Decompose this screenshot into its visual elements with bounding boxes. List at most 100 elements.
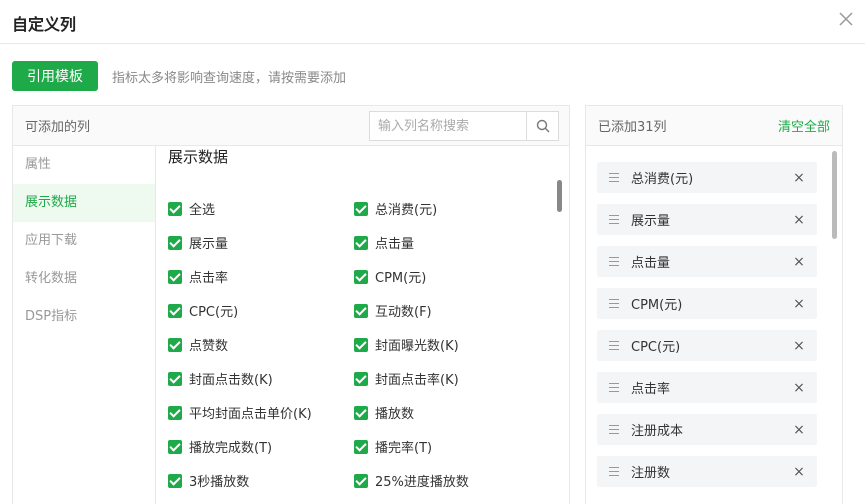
drag-handle-icon[interactable] — [609, 257, 619, 266]
remove-icon[interactable]: × — [789, 212, 809, 228]
checkbox-checked-icon[interactable] — [354, 201, 368, 216]
drag-handle-icon[interactable] — [609, 383, 619, 392]
checkbox-checked-icon[interactable] — [168, 473, 182, 488]
category-list: 属性 展示数据 应用下载 转化数据 DSP指标 — [13, 146, 156, 504]
checkbox-row: 播放完成数(T) 播完率(T) — [156, 428, 556, 462]
close-icon[interactable] — [837, 10, 855, 28]
added-column-item[interactable]: CPM(元) × — [597, 288, 817, 319]
added-columns-header: 已添加31列 清空全部 — [586, 106, 842, 146]
metric-checkbox[interactable]: 总消费(元) — [354, 199, 437, 218]
metric-checkbox[interactable]: CPC(元) — [168, 301, 238, 320]
metric-checkbox[interactable]: 点击率 — [168, 267, 228, 286]
checkbox-checked-icon[interactable] — [168, 303, 182, 318]
checkbox-checked-icon[interactable] — [168, 337, 182, 352]
use-template-button[interactable]: 引用模板 — [12, 61, 98, 91]
metric-label: 3秒播放数 — [189, 475, 250, 490]
checkbox-row: 展示量 点击量 — [156, 224, 556, 258]
search-icon — [536, 119, 549, 133]
metric-checkbox[interactable]: 平均封面点击单价(K) — [168, 403, 312, 422]
toolbar: 引用模板 指标太多将影响查询速度，请按需要添加 — [12, 61, 346, 91]
checkbox-checked-icon[interactable] — [168, 439, 182, 454]
checkbox-checked-icon[interactable] — [354, 473, 368, 488]
metric-label: 平均封面点击单价(K) — [189, 407, 312, 422]
remove-icon[interactable]: × — [789, 254, 809, 270]
options-scrollbar[interactable] — [557, 180, 562, 212]
metric-label: 封面曝光数(K) — [375, 339, 459, 354]
added-list-scrollbar[interactable] — [832, 151, 837, 239]
category-item[interactable]: DSP指标 — [13, 298, 155, 336]
checkbox-checked-icon[interactable] — [354, 439, 368, 454]
drag-handle-icon[interactable] — [609, 467, 619, 476]
added-column-item[interactable]: 展示量 × — [597, 204, 817, 235]
metric-checkbox[interactable]: 播放数 — [354, 403, 414, 422]
added-column-item[interactable]: CPC(元) × — [597, 330, 817, 361]
added-column-label: 点击量 — [631, 256, 671, 271]
metric-checkbox[interactable]: 全选 — [168, 199, 215, 218]
metric-checkbox[interactable]: 互动数(F) — [354, 301, 432, 320]
remove-icon[interactable]: × — [789, 170, 809, 186]
metric-label: 封面点击数(K) — [189, 373, 273, 388]
checkbox-row: 封面点击数(K) 封面点击率(K) — [156, 360, 556, 394]
metric-checkbox[interactable]: 点击量 — [354, 233, 414, 252]
remove-icon[interactable]: × — [789, 380, 809, 396]
metric-label: CPM(元) — [375, 271, 427, 286]
drag-handle-icon[interactable] — [609, 215, 619, 224]
metric-checkbox[interactable]: CPM(元) — [354, 267, 426, 286]
category-item[interactable]: 展示数据 — [13, 184, 155, 222]
remove-icon[interactable]: × — [789, 422, 809, 438]
remove-icon[interactable]: × — [789, 338, 809, 354]
added-column-label: 点击率 — [631, 382, 671, 397]
category-item[interactable]: 应用下载 — [13, 222, 155, 260]
checkbox-checked-icon[interactable] — [168, 269, 182, 284]
metric-checkbox[interactable]: 25%进度播放数 — [354, 471, 469, 490]
metric-label: CPC(元) — [189, 305, 239, 320]
metric-label: 播放数 — [375, 407, 415, 422]
remove-icon[interactable]: × — [789, 464, 809, 480]
available-columns-title: 可添加的列 — [25, 120, 91, 135]
added-column-item[interactable]: 点击率 × — [597, 372, 817, 403]
metric-checkbox[interactable]: 3秒播放数 — [168, 471, 249, 490]
category-item[interactable]: 转化数据 — [13, 260, 155, 298]
metric-checkbox[interactable]: 播完率(T) — [354, 437, 432, 456]
added-columns-count: 已添加31列 — [598, 120, 667, 135]
drag-handle-icon[interactable] — [609, 341, 619, 350]
drag-handle-icon[interactable] — [609, 299, 619, 308]
category-item[interactable]: 属性 — [13, 146, 155, 184]
metric-checkbox[interactable]: 封面点击数(K) — [168, 369, 273, 388]
added-column-item[interactable]: 注册成本 × — [597, 414, 817, 445]
checkbox-checked-icon[interactable] — [168, 235, 182, 250]
checkbox-checked-icon[interactable] — [354, 235, 368, 250]
search-button[interactable] — [526, 112, 558, 140]
metric-checkbox[interactable]: 播放完成数(T) — [168, 437, 272, 456]
remove-icon[interactable]: × — [789, 296, 809, 312]
clear-all-button[interactable]: 清空全部 — [778, 116, 830, 135]
checkbox-checked-icon[interactable] — [354, 405, 368, 420]
checkbox-checked-icon[interactable] — [354, 303, 368, 318]
column-search — [369, 111, 559, 141]
checkbox-checked-icon[interactable] — [168, 201, 182, 216]
metric-label: 点击率 — [189, 271, 229, 286]
added-column-item[interactable]: 点击量 × — [597, 246, 817, 277]
metric-checkbox[interactable]: 点赞数 — [168, 335, 228, 354]
checkbox-row: 全选 总消费(元) — [156, 190, 556, 224]
metric-label: 播放完成数(T) — [189, 441, 273, 456]
added-column-label: CPM(元) — [631, 298, 683, 313]
checkbox-checked-icon[interactable] — [354, 371, 368, 386]
column-search-input[interactable] — [370, 112, 526, 140]
available-columns-header: 可添加的列 — [13, 106, 569, 146]
drag-handle-icon[interactable] — [609, 425, 619, 434]
metric-label: 点赞数 — [189, 339, 229, 354]
added-column-label: 总消费(元) — [631, 172, 694, 187]
metric-checkbox[interactable]: 封面曝光数(K) — [354, 335, 459, 354]
added-column-item[interactable]: 注册数 × — [597, 456, 817, 487]
checkbox-row: CPC(元) 互动数(F) — [156, 292, 556, 326]
metric-checkbox[interactable]: 展示量 — [168, 233, 228, 252]
drag-handle-icon[interactable] — [609, 173, 619, 182]
checkbox-checked-icon[interactable] — [354, 269, 368, 284]
checkbox-checked-icon[interactable] — [168, 405, 182, 420]
metric-label: 互动数(F) — [375, 305, 432, 320]
checkbox-checked-icon[interactable] — [354, 337, 368, 352]
metric-checkbox[interactable]: 封面点击率(K) — [354, 369, 459, 388]
checkbox-checked-icon[interactable] — [168, 371, 182, 386]
added-column-item[interactable]: 总消费(元) × — [597, 162, 817, 193]
